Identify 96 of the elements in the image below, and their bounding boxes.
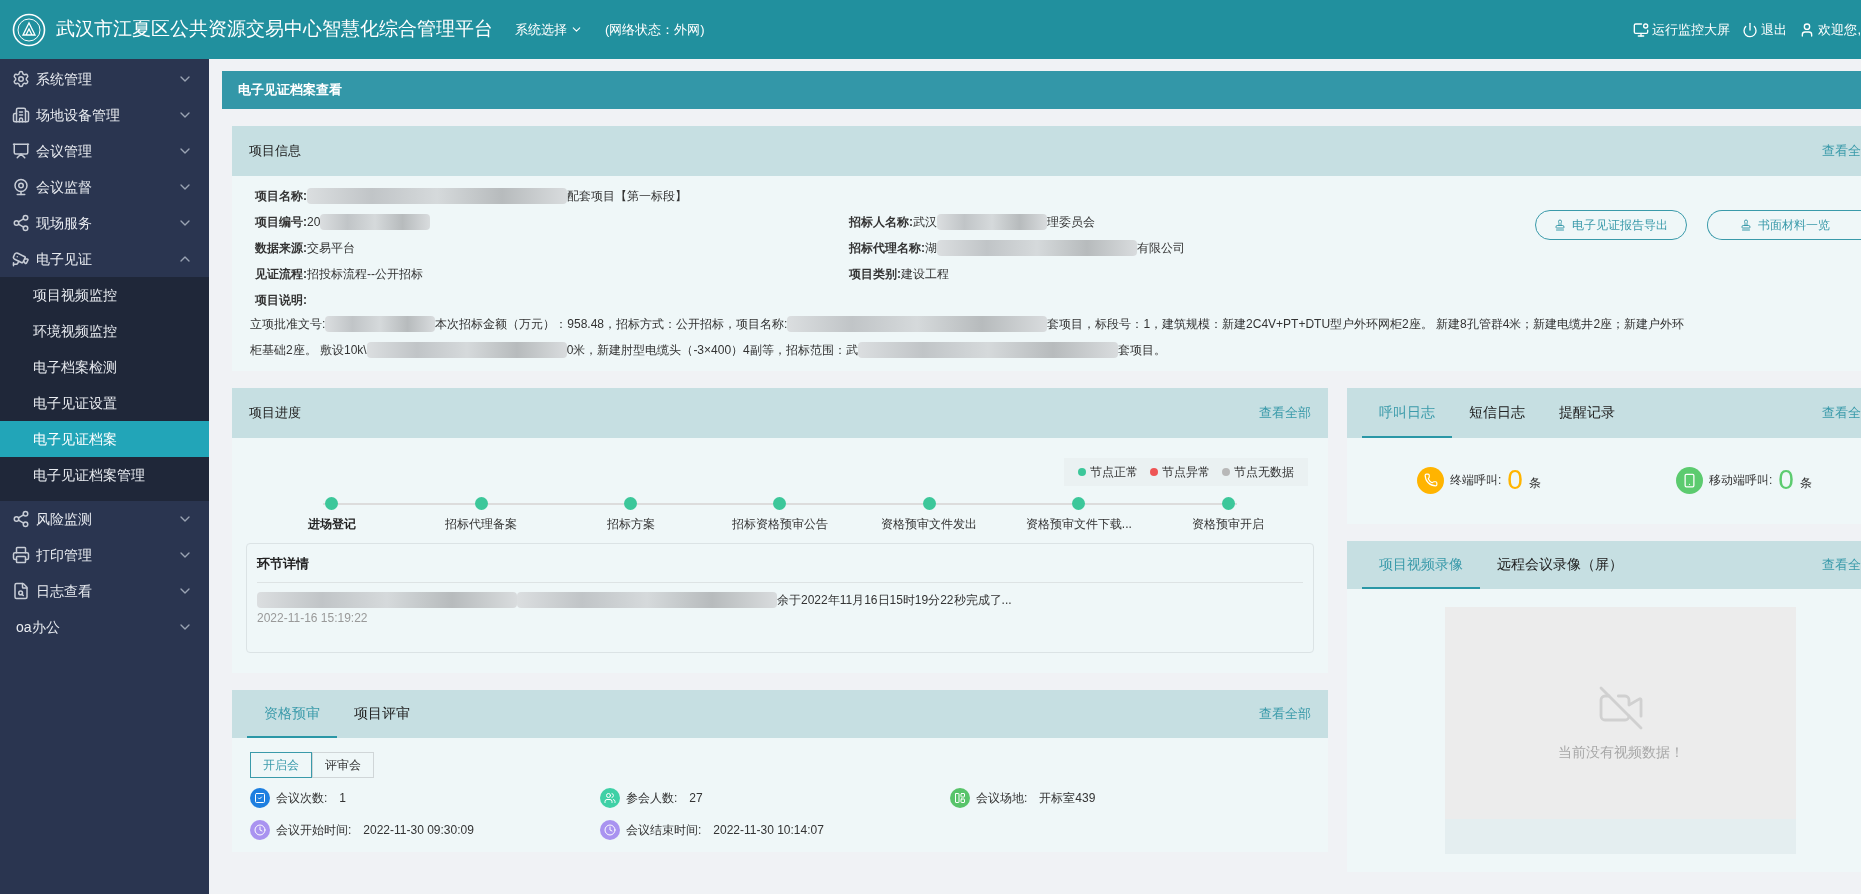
tab[interactable]: 提醒记录: [1542, 388, 1632, 438]
step-label[interactable]: 资格预审开启: [1192, 515, 1265, 533]
field-label: 见证流程:: [255, 266, 307, 283]
menu-item[interactable]: 会议管理: [0, 133, 209, 169]
tab[interactable]: 远程会议录像（屏）: [1480, 541, 1640, 589]
webcam-icon: [12, 178, 30, 196]
step-label[interactable]: 资格预审文件发出: [881, 515, 978, 533]
header-link[interactable]: 运行监控大屏: [1633, 19, 1731, 40]
description-text: 配套项目【第一标段】: [567, 188, 687, 205]
menu-item[interactable]: 日志查看: [0, 573, 209, 609]
stat-label: 会议次数:: [276, 790, 328, 807]
description-text: 本次招标金额（万元）：958.48，招标方式：公开招标，项目名称:: [435, 316, 788, 333]
stat-label: 参会人数:: [626, 790, 678, 807]
submenu-item[interactable]: 电子见证档案管理: [0, 457, 209, 493]
stat-label: 会议开始时间:: [276, 822, 352, 839]
detail-time: 2022-11-16 15:19:22: [257, 609, 369, 627]
monitor-icon: [1633, 21, 1650, 38]
description-text: 0米，新建肘型电缆头（-3×400）4副等，招标范围：武: [566, 342, 858, 359]
description-text: 柜基础2座。 敷设10k\: [250, 342, 367, 359]
stat-value: 2022-11-30 10:14:07: [713, 822, 824, 839]
stamp-icon: [1739, 219, 1752, 231]
detail-text: 余于2022年11月16日15时19分22秒完成了...: [777, 591, 1012, 609]
submenu-item[interactable]: 环境视频监控: [0, 313, 209, 349]
menu-item[interactable]: 系统管理: [0, 61, 209, 97]
description-text: 套项目。: [1117, 342, 1166, 359]
page-title: 电子见证档案查看: [238, 81, 342, 100]
panel-title: 项目进度: [249, 404, 301, 423]
step-label[interactable]: 招标代理备案: [445, 515, 518, 533]
document-search-icon: [12, 582, 30, 600]
submenu-item[interactable]: 项目视频监控: [0, 277, 209, 313]
toggle-button[interactable]: 评审会: [312, 752, 374, 778]
field-label: 项目类别:: [849, 266, 901, 283]
menu-item[interactable]: 现场服务: [0, 205, 209, 241]
stat-value: 开标室439: [1039, 790, 1096, 807]
description-text: 立项批准文号:: [250, 316, 326, 333]
step-label[interactable]: 招标方案: [606, 515, 655, 533]
printer-icon: [12, 546, 30, 564]
field-label: 项目编号:: [255, 214, 307, 231]
step-label[interactable]: 进场登记: [307, 515, 356, 533]
call-label: 终端呼叫:: [1450, 472, 1502, 489]
call-count: 0: [1778, 466, 1794, 494]
menu-item[interactable]: oa办公: [0, 609, 209, 645]
call-unit: 条: [1799, 475, 1812, 492]
step-label[interactable]: 资格预审文件下载...: [1025, 515, 1132, 533]
field-label: 数据来源:: [255, 240, 307, 257]
field-label: 项目说明:: [255, 292, 308, 309]
network-status: (网络状态：外网): [605, 20, 705, 39]
field-label: 招标人名称:: [849, 214, 913, 231]
header-link[interactable]: 退出: [1742, 19, 1788, 40]
stamp-icon: [1554, 219, 1566, 231]
stat-label: 会议场地:: [976, 790, 1028, 807]
description-text: 套项目，标段号：1，建筑规模：新建2C4V+PT+DTU型户外环网柜2座。 新建8孔管群4米；新建电缆井2座；新建户外环: [1047, 316, 1685, 333]
gear-icon: [12, 70, 30, 88]
submenu-item[interactable]: 电子档案检测: [0, 349, 209, 385]
step-label[interactable]: 招标资格预审公告: [732, 515, 828, 533]
call-label: 移动端呼叫:: [1708, 472, 1773, 489]
stat-value: 2022-11-30 09:30:09: [363, 822, 474, 839]
header-link[interactable]: 欢迎您,: [1799, 19, 1861, 40]
menu-item[interactable]: 风险监测: [0, 501, 209, 537]
description-text: 建设工程: [901, 266, 949, 283]
field-label: 招标代理名称:: [849, 240, 925, 257]
menu-item[interactable]: 会议监督: [0, 169, 209, 205]
field-label: 项目名称:: [255, 188, 307, 205]
call-unit: 条: [1528, 475, 1541, 492]
description-text: 有限公司: [1137, 240, 1185, 257]
detail-title: 环节详情: [257, 544, 1303, 583]
legend-label: 节点无数据: [1234, 464, 1294, 481]
nodes-icon: [12, 510, 30, 528]
tab[interactable]: 短信日志: [1452, 388, 1542, 438]
description-text: 理委员会: [1047, 214, 1095, 231]
submenu-item[interactable]: 电子见证设置: [0, 385, 209, 421]
description-text: 武汉: [913, 214, 937, 231]
description-text: 交易平台: [307, 240, 355, 257]
description-text: 20: [307, 214, 321, 231]
menu-item[interactable]: 打印管理: [0, 537, 209, 573]
menu-item[interactable]: 电子见证: [0, 241, 209, 277]
power-icon: [1742, 21, 1759, 38]
panel-title: 项目信息: [249, 142, 301, 161]
description-text: 湖: [925, 240, 937, 257]
presentation-icon: [12, 142, 30, 160]
building-icon: [12, 106, 30, 124]
menu-item[interactable]: 场地设备管理: [0, 97, 209, 133]
tab[interactable]: 项目评审: [337, 690, 427, 738]
camera-icon: [12, 250, 30, 268]
system-select[interactable]: 系统选择: [515, 19, 583, 40]
nodes-icon: [12, 214, 30, 232]
stat-label: 会议结束时间:: [626, 822, 702, 839]
app-title: 武汉市江夏区公共资源交易中心智慧化综合管理平台: [56, 17, 493, 42]
call-count: 0: [1507, 466, 1523, 494]
empty-message: 当前没有视频数据！: [1557, 742, 1684, 762]
logo-icon: [12, 12, 46, 47]
legend-label: 节点正常: [1090, 464, 1138, 481]
description-text: 招投标流程--公开招标: [307, 266, 423, 283]
legend-label: 节点异常: [1162, 464, 1210, 481]
stat-value: 27: [689, 790, 703, 807]
stat-value: 1: [339, 790, 347, 807]
